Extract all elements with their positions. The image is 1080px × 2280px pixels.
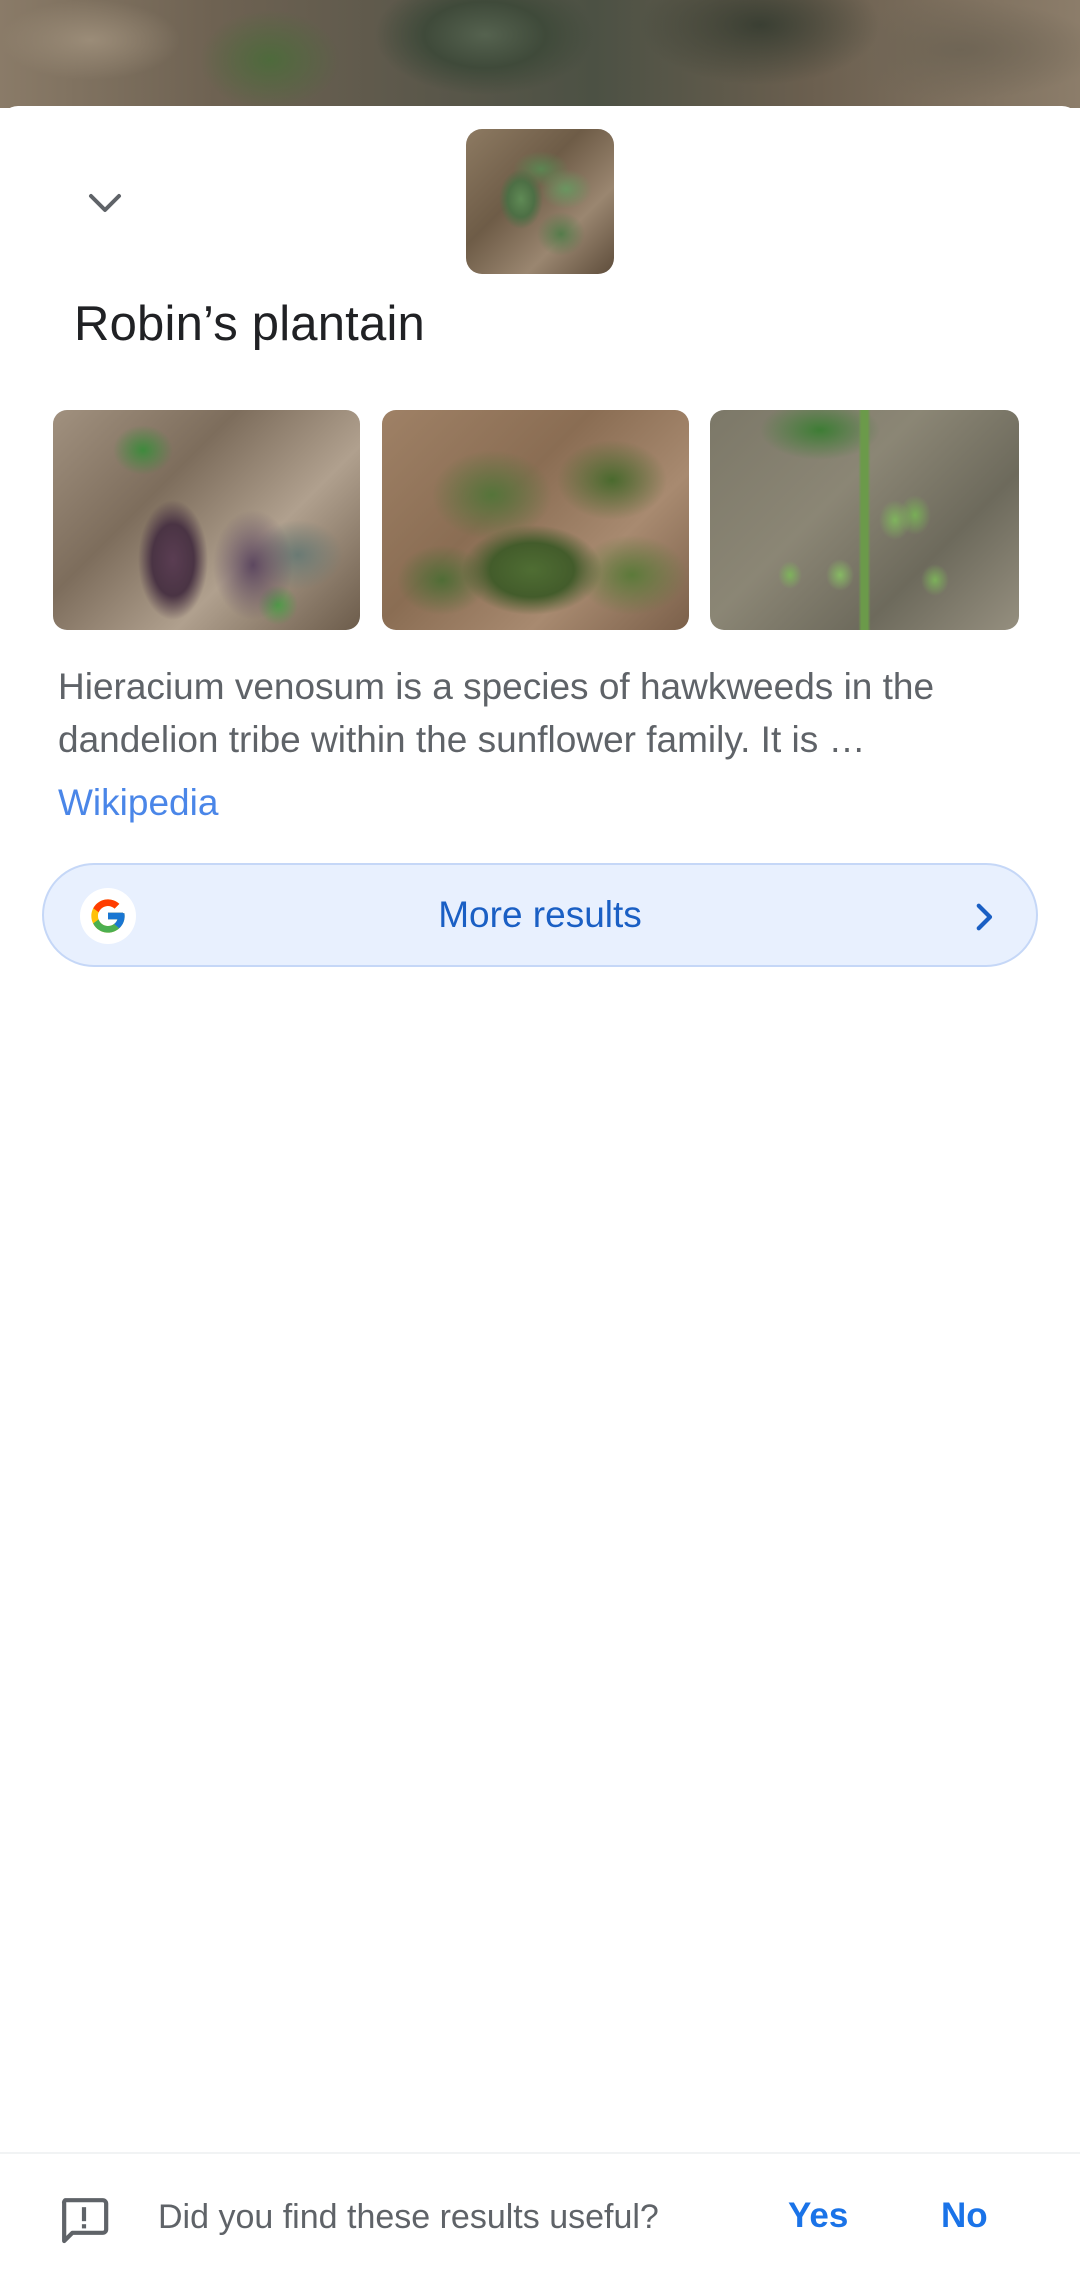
feedback-icon — [61, 2198, 109, 2244]
result-title: Robin’s plantain — [74, 297, 425, 351]
more-results-label: More results — [438, 894, 642, 935]
more-results-button[interactable]: More results — [42, 863, 1038, 967]
feedback-question: Did you find these results useful? — [158, 2198, 659, 2236]
collapse-button[interactable] — [70, 168, 140, 238]
result-description: Hieracium venosum is a species of hawkwe… — [58, 666, 935, 760]
query-image-background — [0, 0, 1080, 108]
gallery-image-2[interactable] — [382, 410, 689, 630]
query-image-thumbnail[interactable] — [466, 129, 614, 274]
visual-search-results-page: Robin’s plantain Hieracium venosum is a … — [0, 0, 1080, 2280]
chevron-right-icon — [976, 903, 993, 931]
gallery-image-3[interactable] — [710, 410, 1019, 630]
feedback-bar: Did you find these results useful? Yes N… — [0, 2152, 1080, 2280]
feedback-no-button[interactable]: No — [941, 2196, 988, 2236]
wikipedia-link[interactable]: Wikipedia — [58, 782, 218, 824]
image-gallery — [53, 410, 1019, 630]
google-g-icon — [80, 888, 136, 944]
chevron-down-icon — [89, 194, 121, 212]
gallery-image-1[interactable] — [53, 410, 360, 630]
feedback-yes-button[interactable]: Yes — [788, 2196, 848, 2236]
